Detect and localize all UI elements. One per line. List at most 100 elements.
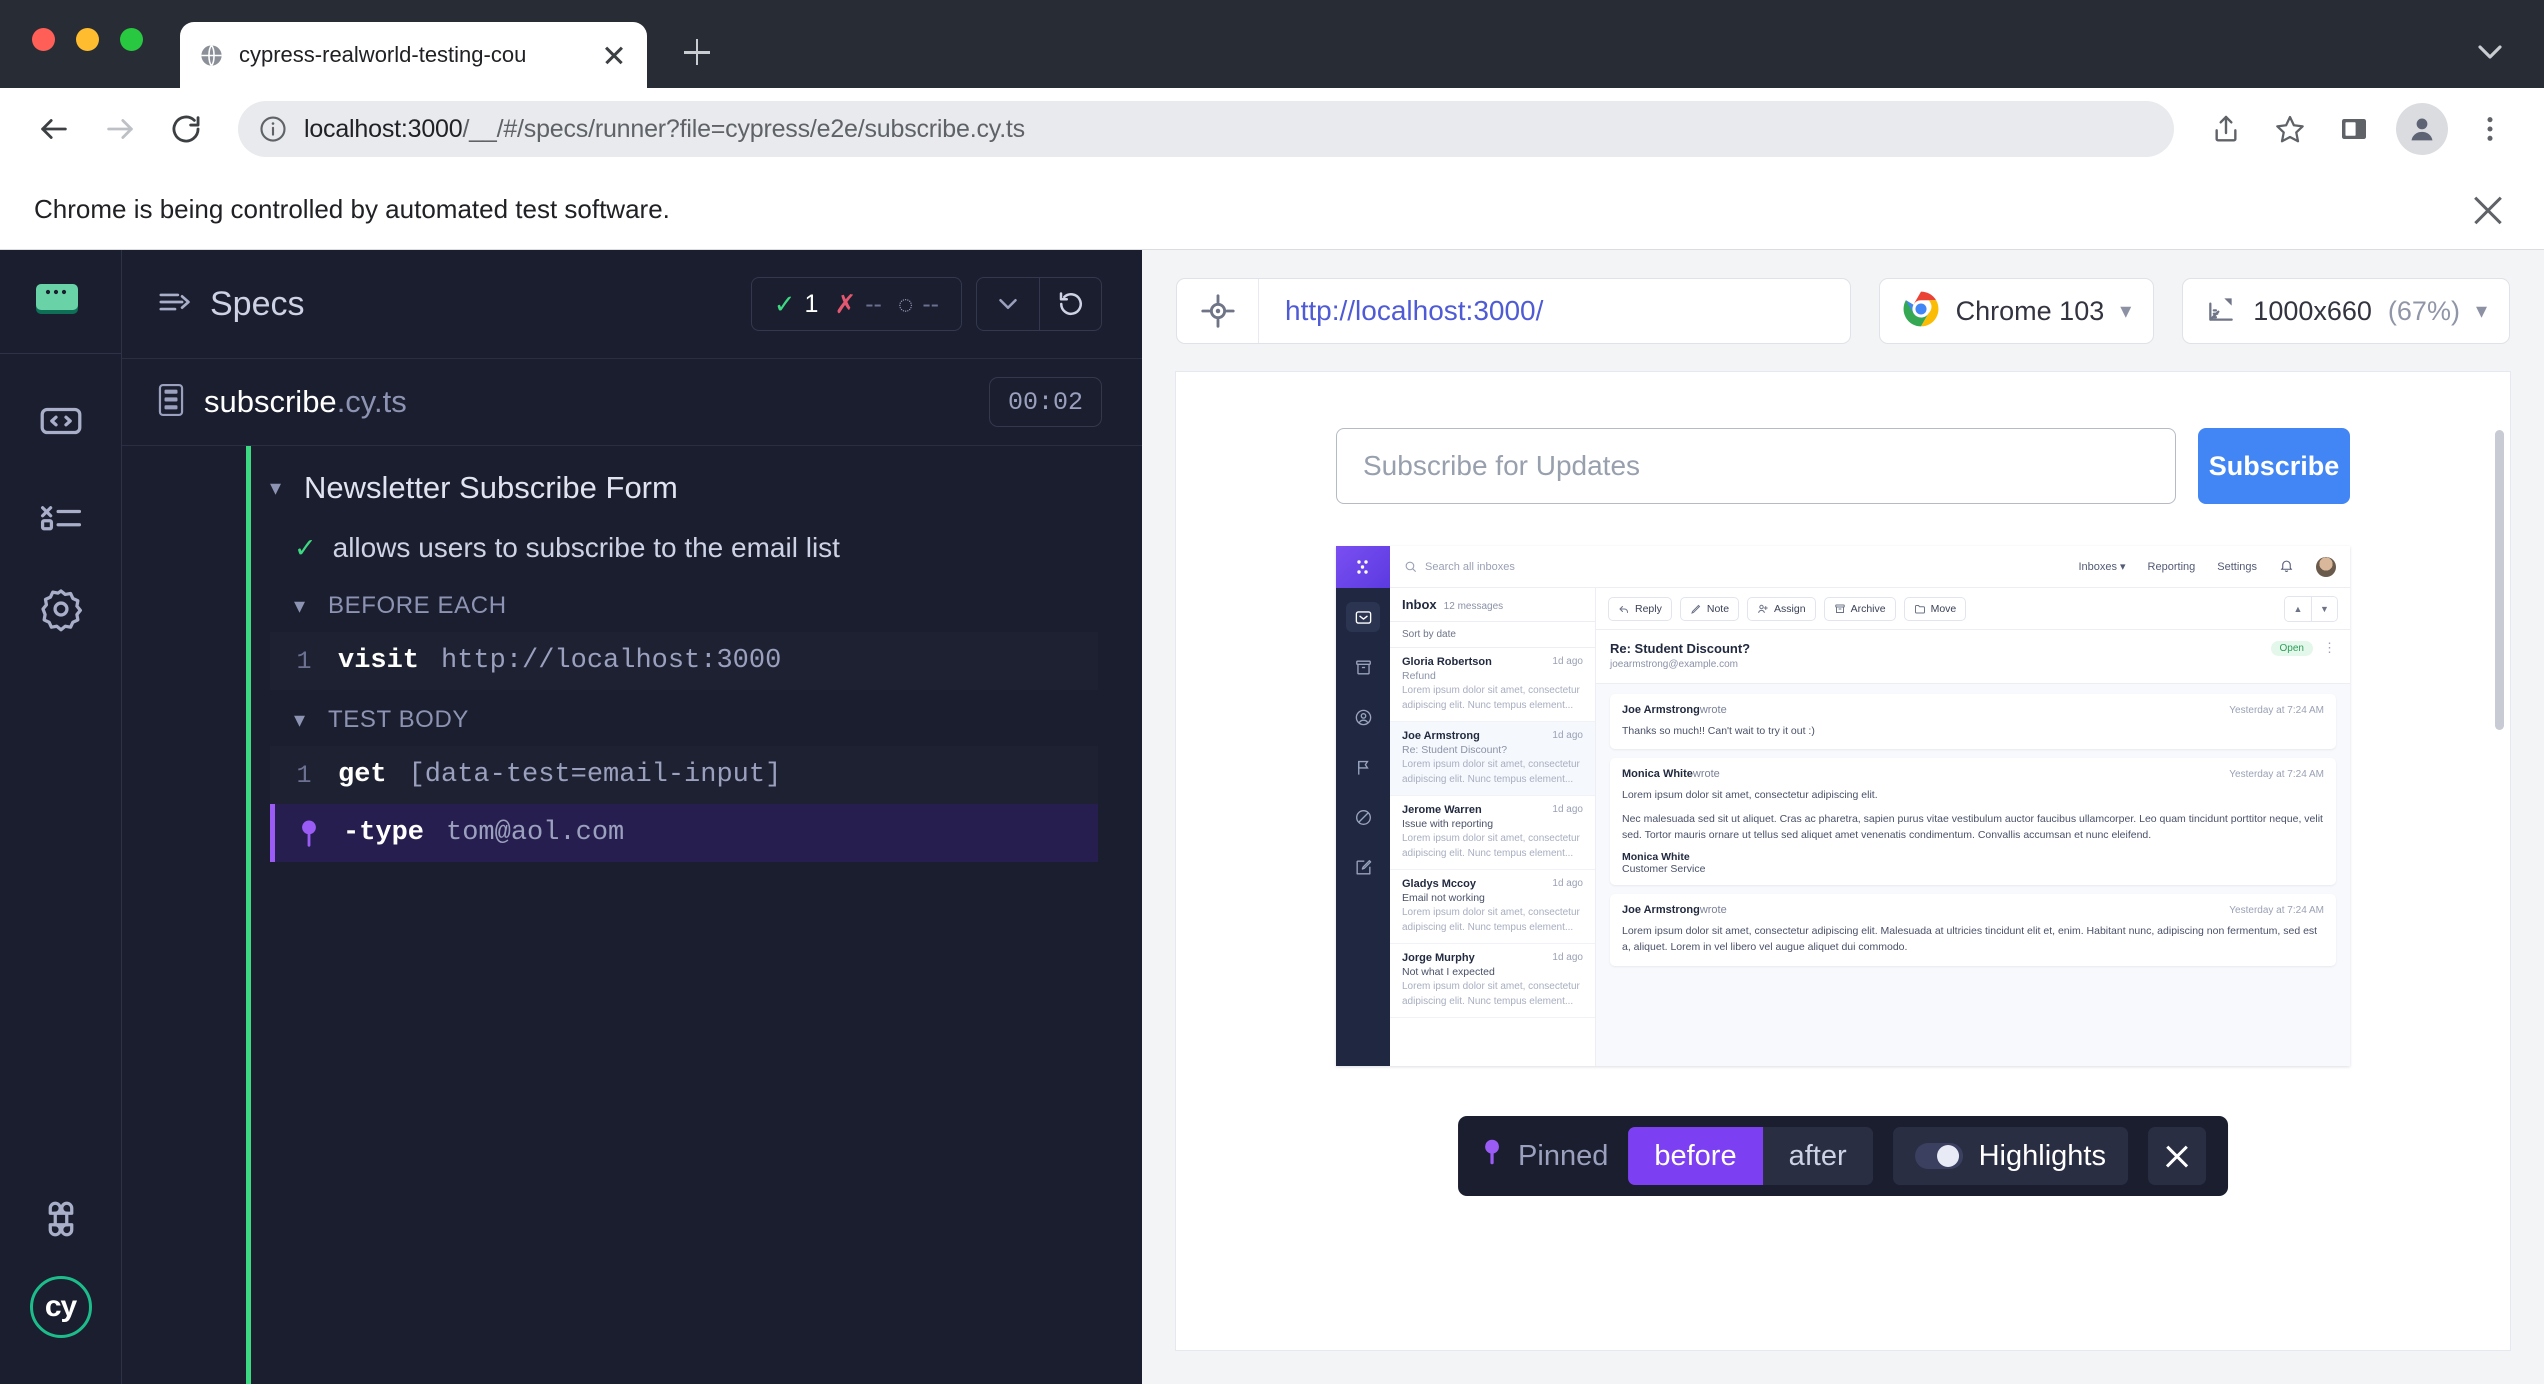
mock-flag-icon[interactable] (1346, 752, 1380, 782)
mock-nav-reporting[interactable]: Reporting (2148, 561, 2196, 573)
mock-nav-inboxes[interactable]: Inboxes ▾ (2078, 560, 2125, 573)
archive-icon (1834, 603, 1846, 615)
minimize-window-button[interactable] (76, 28, 99, 51)
stat-failed: ✗ -- (834, 289, 881, 320)
message-author: Joe Armstrong (1622, 704, 1700, 716)
message-wrote-label: wrote (1693, 768, 1720, 780)
mock-compose-icon[interactable] (1346, 852, 1380, 882)
chevron-down-icon[interactable]: ▾ (294, 707, 312, 733)
log-controls (976, 277, 1102, 331)
chevron-down-icon[interactable] (2470, 32, 2510, 72)
thread-message: Joe Armstrong wrote Yesterday at 7:24 AM… (1610, 894, 2336, 966)
restart-tests-button[interactable] (1039, 278, 1101, 330)
assign-button[interactable]: Assign (1747, 597, 1816, 621)
collapse-all-button[interactable] (977, 278, 1039, 330)
viewport-size-label: 1000x660 (2253, 296, 2372, 327)
toolbar-actions (2198, 101, 2518, 157)
note-button[interactable]: Note (1680, 597, 1739, 621)
preview-url-box[interactable]: http://localhost:3000/ (1176, 278, 1851, 344)
close-infobar-button[interactable] (2466, 188, 2510, 232)
browser-selector[interactable]: Chrome 103 ▾ (1879, 278, 2155, 344)
viewport-selector[interactable]: 1000x660 (67%) ▾ (2182, 278, 2510, 344)
previous-message-button[interactable]: ▲ (2285, 597, 2311, 621)
mock-search[interactable]: Search all inboxes (1404, 560, 1515, 573)
mock-nav-settings[interactable]: Settings (2217, 561, 2257, 573)
close-window-button[interactable] (32, 28, 55, 51)
list-item[interactable]: Joe Armstrong1d ago Re: Student Discount… (1390, 722, 1595, 796)
preview-scrollbar[interactable] (2495, 430, 2504, 730)
command-row[interactable]: 1 get [data-test=email-input] (270, 746, 1098, 804)
mock-inbox-icon[interactable] (1346, 602, 1380, 632)
sidebar-item-specs[interactable] (36, 396, 86, 446)
mock-sort-label[interactable]: Sort by date (1390, 622, 1595, 648)
hook-label-test-body[interactable]: ▾ TEST BODY (122, 690, 1142, 746)
list-item[interactable]: Jorge Murphy1d ago Not what I expected L… (1390, 944, 1595, 1018)
new-tab-button[interactable] (675, 30, 719, 74)
selector-playground-icon[interactable] (1177, 279, 1259, 343)
address-bar-text: localhost:3000/__/#/specs/runner?file=cy… (304, 115, 1025, 144)
hook-label-before-each[interactable]: ▾ BEFORE EACH (122, 576, 1142, 632)
pin-icon[interactable] (275, 817, 343, 849)
mock-avatar[interactable] (2316, 557, 2336, 577)
info-icon[interactable] (258, 114, 288, 144)
message-wrote-label: wrote (1700, 904, 1727, 916)
address-bar[interactable]: localhost:3000/__/#/specs/runner?file=cy… (238, 101, 2174, 157)
next-message-button[interactable]: ▼ (2311, 597, 2337, 621)
sidebar-item-runs[interactable] (36, 490, 86, 540)
keyboard-shortcuts-icon[interactable] (36, 1194, 86, 1244)
cypress-logo[interactable]: cy (30, 1276, 92, 1338)
bell-icon[interactable] (2279, 558, 2294, 576)
preview-text: Lorem ipsum dolor sit amet, consectetur … (1402, 684, 1583, 713)
mock-spam-icon[interactable] (1346, 802, 1380, 832)
reply-button[interactable]: Reply (1608, 597, 1672, 621)
subject: Not what I expected (1402, 966, 1583, 978)
suite-title-row[interactable]: ▾ Newsletter Subscribe Form (122, 446, 1142, 524)
command-message: tom@aol.com (446, 818, 624, 848)
kebab-menu-icon[interactable]: ⋮ (2323, 641, 2336, 654)
toggle-switch[interactable] (1915, 1143, 1963, 1169)
archive-button[interactable]: Archive (1824, 597, 1896, 621)
maximize-window-button[interactable] (120, 28, 143, 51)
pending-circle-icon: ◌ (898, 289, 913, 320)
side-panel-icon[interactable] (2326, 101, 2382, 157)
test-title-row[interactable]: ✓ allows users to subscribe to the email… (122, 524, 1142, 576)
move-button[interactable]: Move (1904, 597, 1967, 621)
chevron-down-icon[interactable]: ▾ (2120, 298, 2131, 324)
address-host: localhost:3000 (304, 115, 462, 143)
before-button[interactable]: before (1628, 1127, 1762, 1185)
command-row[interactable]: 1 visit http://localhost:3000 (270, 632, 1098, 690)
subscribe-button[interactable]: Subscribe (2198, 428, 2350, 504)
automation-infobar: Chrome is being controlled by automated … (0, 170, 2544, 250)
share-icon[interactable] (2198, 101, 2254, 157)
bookmark-star-icon[interactable] (2262, 101, 2318, 157)
list-item[interactable]: Jerome Warren1d ago Issue with reporting… (1390, 796, 1595, 870)
reload-button[interactable] (158, 101, 214, 157)
close-tab-button[interactable] (599, 40, 629, 70)
mock-contacts-icon[interactable] (1346, 702, 1380, 732)
mock-archive-icon[interactable] (1346, 652, 1380, 682)
command-row-pinned[interactable]: -type tom@aol.com (270, 804, 1098, 862)
chrome-menu-icon[interactable] (2462, 101, 2518, 157)
tab-title: cypress-realworld-testing-cou (239, 42, 585, 68)
pencil-icon (1690, 603, 1702, 615)
list-item[interactable]: Gladys Mccoy1d ago Email not working Lor… (1390, 870, 1595, 944)
app-iframe[interactable]: Subscribe for Updates Subscribe (1176, 372, 2510, 1350)
list-item[interactable]: Gloria Robertson1d ago Refund Lorem ipsu… (1390, 648, 1595, 722)
spec-file-row[interactable]: subscribe.cy.ts 00:02 (122, 358, 1142, 446)
specs-back-icon[interactable] (158, 289, 192, 320)
forward-button[interactable] (92, 101, 148, 157)
highlights-toggle[interactable]: Highlights (1893, 1127, 2128, 1185)
sidebar-item-settings[interactable] (36, 584, 86, 634)
close-pinned-snapshot-button[interactable] (2148, 1127, 2206, 1185)
project-switcher[interactable] (33, 250, 89, 353)
browser-tab[interactable]: cypress-realworld-testing-cou (180, 22, 647, 88)
chevron-down-icon[interactable]: ▾ (2476, 298, 2487, 324)
after-button[interactable]: after (1763, 1127, 1873, 1185)
cypress-sidebar: cy (0, 250, 122, 1384)
back-button[interactable] (26, 101, 82, 157)
email-input[interactable]: Subscribe for Updates (1336, 428, 2176, 504)
chevron-down-icon[interactable]: ▾ (294, 593, 312, 619)
message-body: Lorem ipsum dolor sit amet, consectetur … (1622, 923, 2324, 956)
chevron-down-icon[interactable]: ▾ (270, 475, 288, 501)
profile-avatar[interactable] (2396, 103, 2448, 155)
